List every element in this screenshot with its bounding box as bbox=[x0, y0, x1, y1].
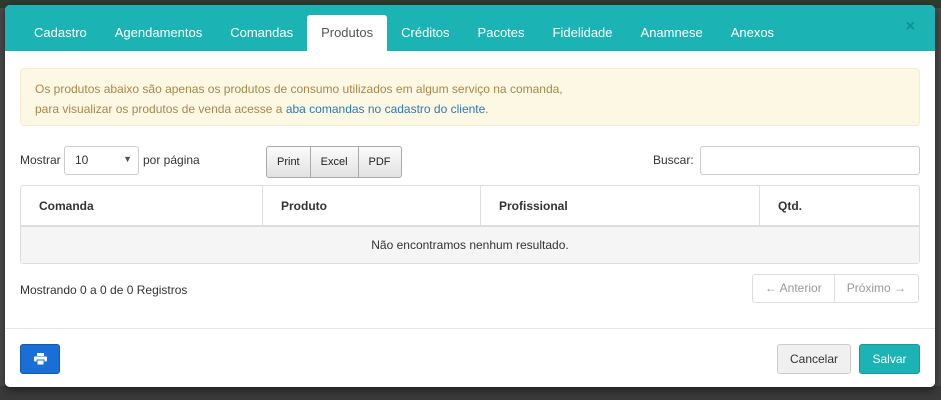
column-header-qtd[interactable]: Qtd. bbox=[760, 186, 919, 227]
tab-agendamentos[interactable]: Agendamentos bbox=[101, 15, 216, 51]
tab-pacotes[interactable]: Pacotes bbox=[464, 15, 539, 51]
table-row: Não encontramos nenhum resultado. bbox=[21, 227, 919, 263]
search-input[interactable] bbox=[700, 146, 920, 175]
export-button-group: Print Excel PDF bbox=[266, 146, 402, 178]
alert-line-2-prefix: para visualizar os produtos de venda ace… bbox=[35, 102, 286, 116]
info-alert: Os produtos abaixo são apenas os produto… bbox=[20, 68, 920, 126]
empty-message: Não encontramos nenhum resultado. bbox=[21, 227, 919, 263]
previous-page-button[interactable]: ← Anterior bbox=[752, 274, 835, 303]
pdf-export-button[interactable]: PDF bbox=[357, 146, 402, 178]
page-size-select[interactable]: 10 ▼ bbox=[64, 146, 139, 175]
tab-cadastro[interactable]: Cadastro bbox=[20, 15, 101, 51]
tab-anexos[interactable]: Anexos bbox=[717, 15, 788, 51]
background-strip-bottom bbox=[0, 386, 941, 400]
tab-comandas[interactable]: Comandas bbox=[216, 15, 307, 51]
cancel-button[interactable]: Cancelar bbox=[777, 344, 851, 374]
chevron-down-icon: ▼ bbox=[123, 154, 132, 164]
table-header-row: Comanda Produto Profissional Qtd. bbox=[21, 186, 919, 227]
tab-anamnese[interactable]: Anamnese bbox=[627, 15, 717, 51]
tab-bar: Cadastro Agendamentos Comandas Produtos … bbox=[20, 15, 788, 51]
modal-header: Cadastro Agendamentos Comandas Produtos … bbox=[5, 5, 935, 51]
print-export-button[interactable]: Print bbox=[266, 146, 311, 178]
printer-icon bbox=[34, 353, 47, 365]
search-label: Buscar: bbox=[653, 153, 694, 167]
alert-line-2: para visualizar os produtos de venda ace… bbox=[35, 99, 905, 119]
modal-footer: Cancelar Salvar bbox=[5, 328, 935, 387]
next-page-button[interactable]: Próximo → bbox=[833, 274, 920, 303]
close-icon[interactable]: × bbox=[906, 18, 915, 36]
excel-export-button[interactable]: Excel bbox=[309, 146, 359, 178]
save-button[interactable]: Salvar bbox=[859, 344, 920, 374]
tab-produtos[interactable]: Produtos bbox=[307, 15, 388, 51]
column-header-produto[interactable]: Produto bbox=[263, 186, 481, 227]
page-size-value: 10 bbox=[75, 153, 89, 167]
column-header-profissional[interactable]: Profissional bbox=[481, 186, 760, 227]
alert-line-2-suffix: . bbox=[485, 102, 489, 116]
products-table: Comanda Produto Profissional Qtd. Não en… bbox=[20, 185, 920, 264]
tab-creditos[interactable]: Créditos bbox=[387, 15, 463, 51]
records-info: Mostrando 0 a 0 de 0 Registros bbox=[20, 283, 188, 297]
table-controls: Mostrar 10 ▼ por página Print Excel PDF … bbox=[20, 145, 920, 178]
show-label: Mostrar bbox=[20, 153, 61, 167]
print-button[interactable] bbox=[20, 344, 60, 374]
column-header-comanda[interactable]: Comanda bbox=[21, 186, 263, 227]
client-commands-link[interactable]: aba comandas no cadastro do cliente bbox=[286, 102, 485, 116]
tab-fidelidade[interactable]: Fidelidade bbox=[539, 15, 627, 51]
per-page-label: por página bbox=[143, 153, 200, 167]
alert-line-1: Os produtos abaixo são apenas os produto… bbox=[35, 82, 563, 96]
pagination: ← Anterior Próximo → bbox=[752, 274, 920, 303]
client-modal: Cadastro Agendamentos Comandas Produtos … bbox=[5, 5, 935, 387]
